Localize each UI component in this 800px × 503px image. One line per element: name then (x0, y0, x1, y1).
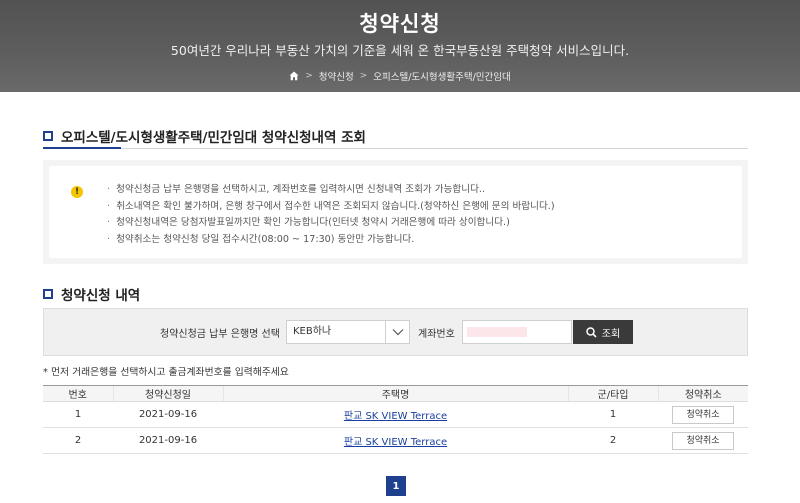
notice-box: ! 청약신청금 납부 은행명을 선택하시고, 계좌번호를 입력하시면 신청내역 … (43, 160, 748, 264)
search-panel: 청약신청금 납부 은행명 선택 KEB하나 계좌번호 조회 (43, 308, 748, 356)
cell-date: 2021-09-16 (113, 401, 223, 428)
square-bullet-icon (43, 289, 53, 299)
breadcrumb-item[interactable]: 청약신청 (319, 69, 354, 83)
col-header-type: 군/타입 (567, 385, 658, 402)
page-subtitle: 50여년간 우리나라 부동산 가치의 기준을 세워 온 한국부동산원 주택청약 … (170, 43, 630, 58)
cell-no: 1 (43, 401, 113, 428)
cell-type: 2 (568, 427, 658, 454)
col-header-name: 주택명 (222, 385, 568, 402)
cancel-button[interactable]: 청약취소 (672, 405, 734, 424)
house-name-link[interactable]: 판교 SK VIEW Terrace (344, 411, 447, 422)
chevron-right-icon: > (305, 71, 313, 81)
table-row: 2 2021-09-16 판교 SK VIEW Terrace 2 청약취소 (43, 427, 748, 454)
cell-type: 1 (568, 401, 658, 428)
account-label: 계좌번호 (418, 329, 455, 340)
chevron-down-icon[interactable] (385, 321, 409, 343)
col-header-cancel: 청약취소 (657, 385, 748, 402)
page-title: 청약신청 (359, 12, 441, 36)
exclamation-icon: ! (71, 186, 83, 198)
bank-select[interactable]: KEB하나 (286, 320, 410, 344)
square-bullet-icon (43, 131, 53, 141)
cancel-button[interactable]: 청약취소 (672, 431, 734, 450)
redacted-value (467, 327, 527, 337)
section-title-history: 청약신청 내역 (43, 284, 140, 304)
col-header-date: 청약신청일 (112, 385, 223, 402)
page-hero: 청약신청 50여년간 우리나라 부동산 가치의 기준을 세워 온 한국부동산원 … (0, 0, 800, 92)
account-input[interactable] (462, 320, 572, 344)
notice-item: 청약취소는 청약신청 당일 접수시간(08:00 ~ 17:30) 동안만 가능… (107, 232, 555, 249)
notice-item: 청약신청내역은 당첨자발표일까지만 확인 가능합니다(인터넷 청약시 거래은행에… (107, 215, 555, 232)
chevron-right-icon: > (359, 71, 368, 81)
table-row: 1 2021-09-16 판교 SK VIEW Terrace 1 청약취소 (43, 401, 748, 428)
search-button[interactable]: 조회 (573, 320, 633, 344)
result-table: 번호 청약신청일 주택명 군/타입 청약취소 1 2021-09-16 판교 S… (43, 385, 748, 454)
divider (43, 148, 748, 149)
divider-accent (43, 147, 121, 149)
section-title-inquiry: 오피스텔/도시형생활주택/민간임대 청약신청내역 조회 (43, 126, 366, 146)
home-icon[interactable] (289, 71, 299, 81)
notice-list: 청약신청금 납부 은행명을 선택하시고, 계좌번호를 입력하시면 신청내역 조회… (107, 182, 555, 248)
section-title-text: 청약신청 내역 (61, 288, 141, 304)
breadcrumb-item[interactable]: 오피스텔/도시형생활주택/민간임대 (373, 69, 511, 83)
notice-item: 청약신청금 납부 은행명을 선택하시고, 계좌번호를 입력하시면 신청내역 조회… (107, 182, 555, 199)
bank-label: 청약신청금 납부 은행명 선택 (160, 329, 280, 340)
col-header-no: 번호 (43, 385, 113, 402)
house-name-link[interactable]: 판교 SK VIEW Terrace (344, 437, 447, 448)
breadcrumb: > 청약신청 > 오피스텔/도시형생활주택/민간임대 (0, 69, 800, 83)
search-icon (586, 326, 597, 338)
table-header-row: 번호 청약신청일 주택명 군/타입 청약취소 (43, 385, 748, 402)
bank-select-value: KEB하나 (293, 326, 332, 337)
page-button-current[interactable]: 1 (386, 476, 406, 496)
cell-date: 2021-09-16 (113, 427, 223, 454)
search-button-label: 조회 (601, 328, 621, 340)
cell-no: 2 (43, 427, 113, 454)
search-hint: * 먼저 거래은행을 선택하시고 출금계좌번호를 입력해주세요 (43, 367, 289, 378)
section-title-text: 오피스텔/도시형생활주택/민간임대 청약신청내역 조회 (61, 130, 366, 146)
notice-item: 취소내역은 확인 불가하며, 은행 창구에서 접수한 내역은 조회되지 않습니다… (107, 199, 555, 216)
